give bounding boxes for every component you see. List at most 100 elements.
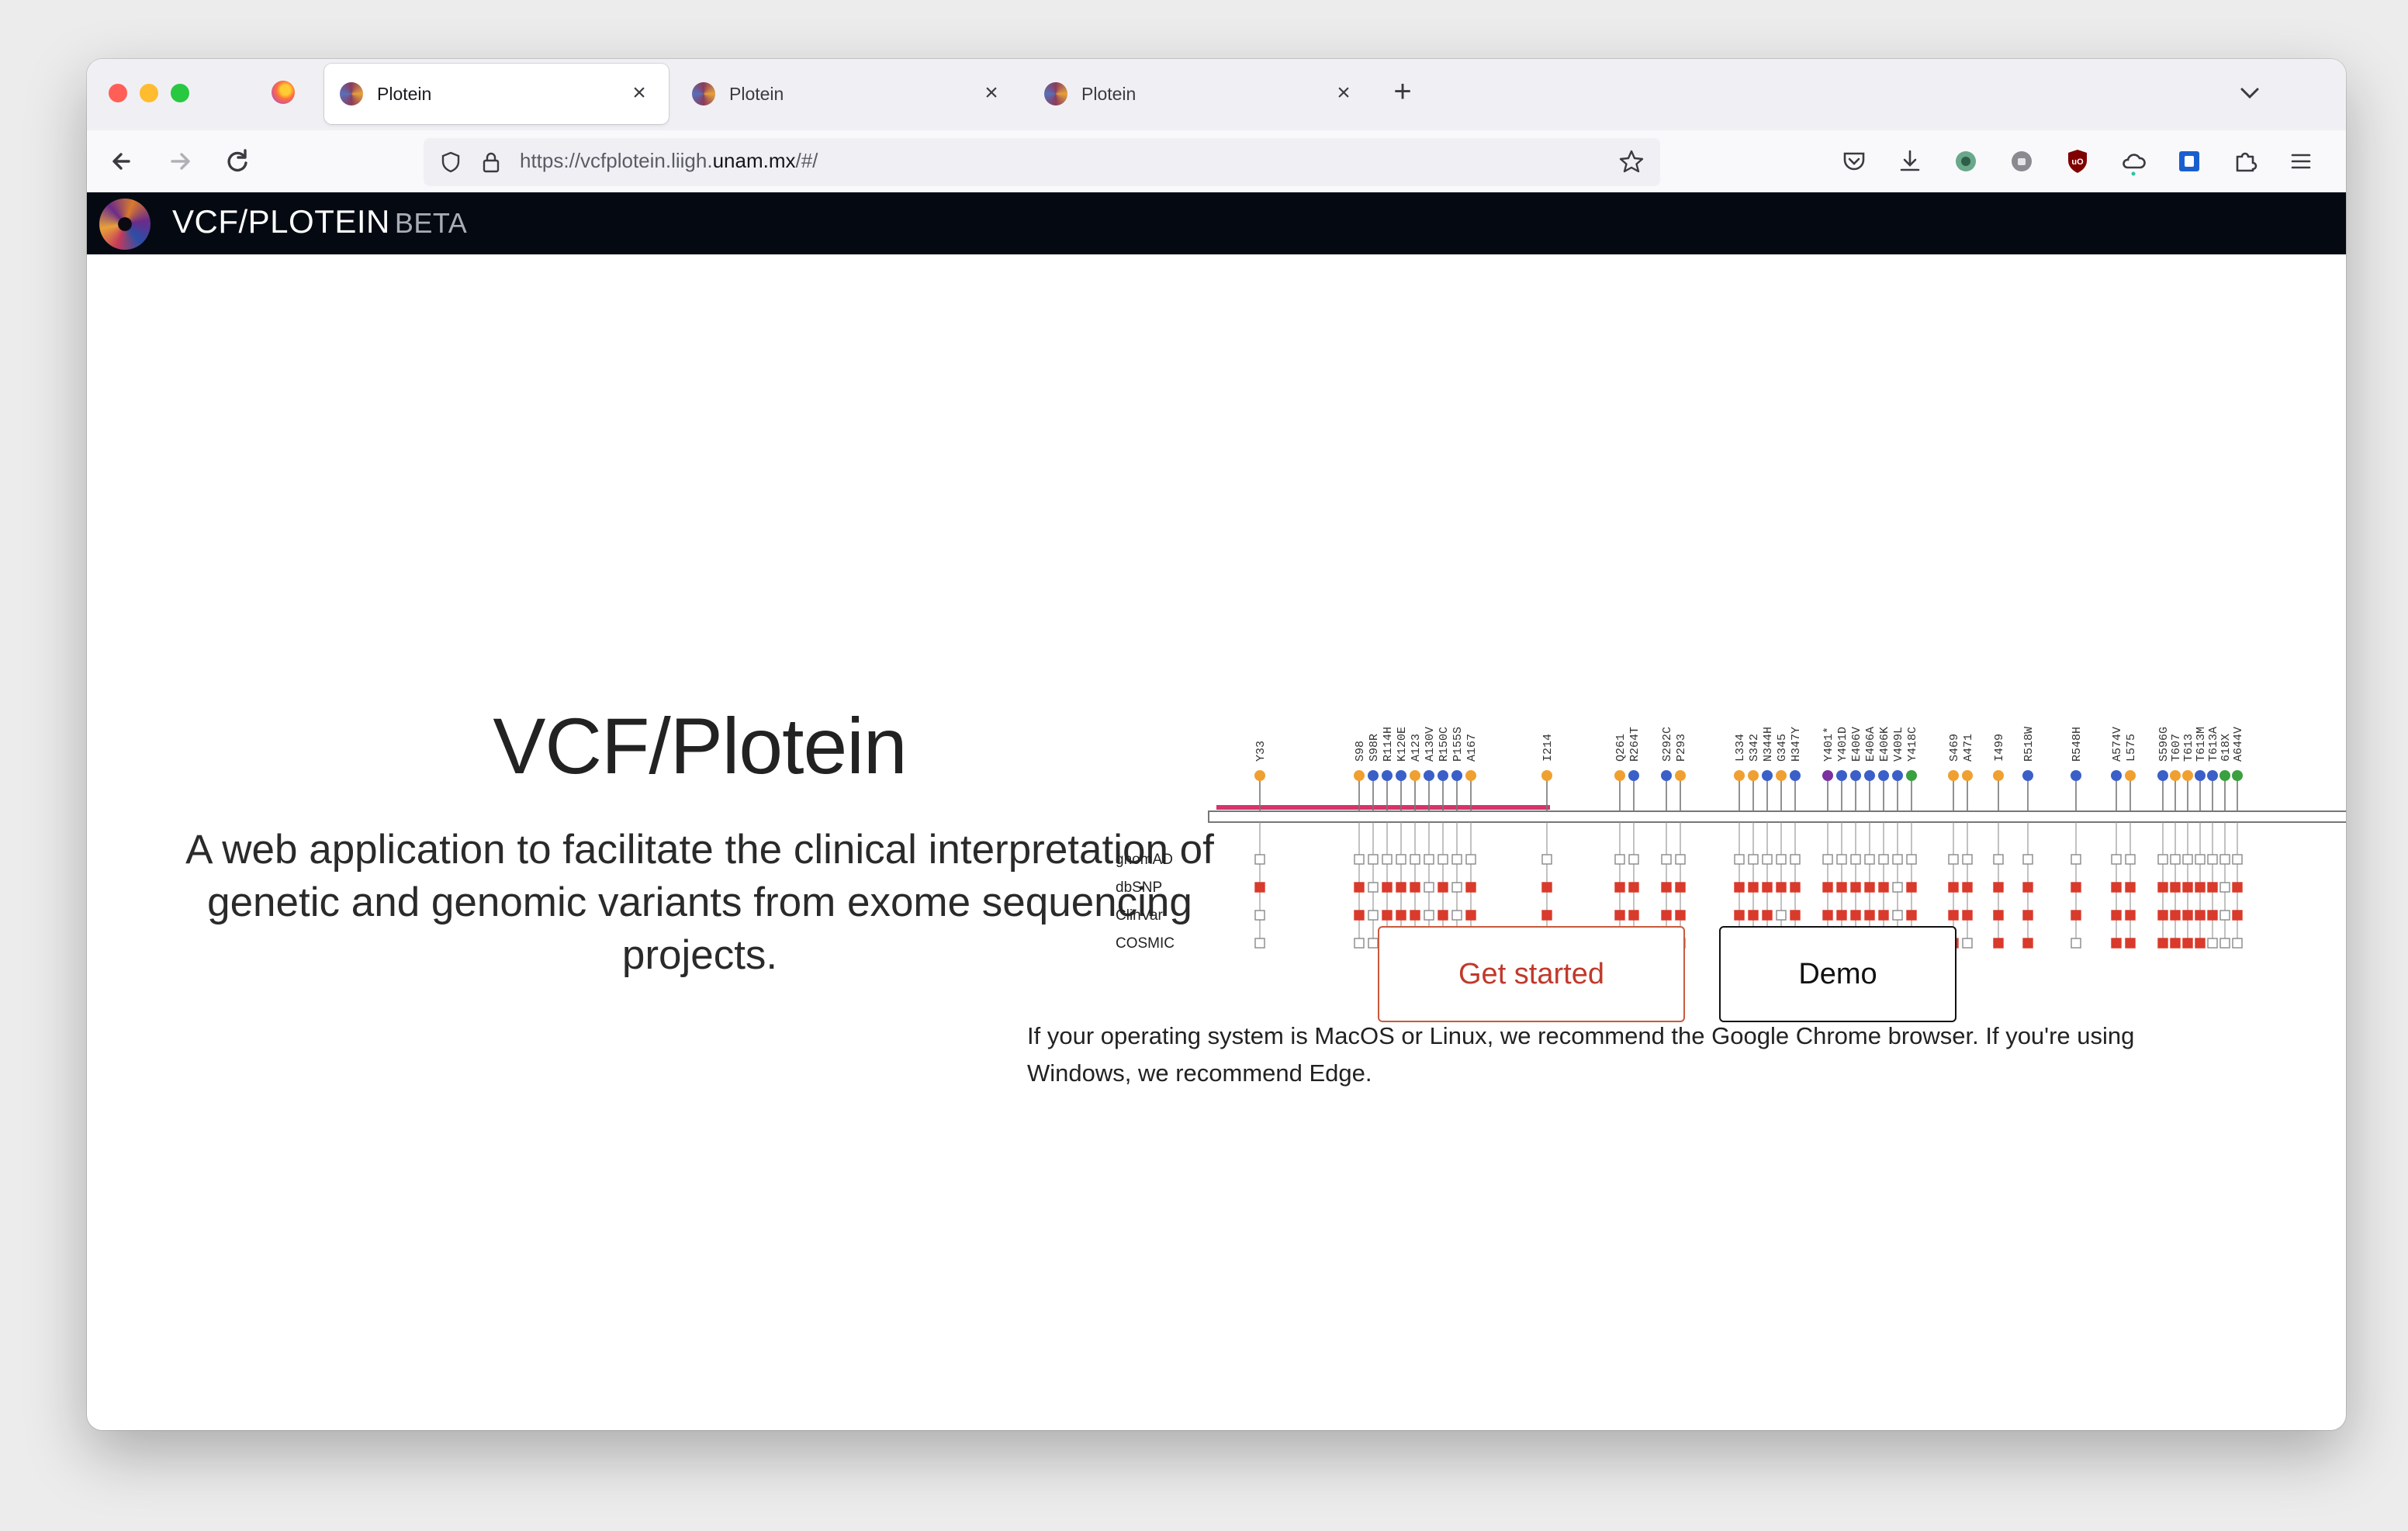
variant-track-marker [1948,882,1959,893]
vcf-plotein-logo-icon[interactable] [99,199,150,250]
variant-label: L575 [2125,734,2138,762]
maximize-window-button[interactable] [171,84,189,102]
firefox-icon[interactable] [272,81,295,104]
variant-track-marker [2232,938,2243,949]
variant-track-marker [2219,882,2230,893]
variant-label: S596G [2157,727,2171,762]
forward-arrow-icon[interactable] [163,144,197,178]
variant-track-marker [2170,854,2181,865]
close-window-button[interactable] [109,84,127,102]
track-label: gnomAD [1116,852,1173,868]
menu-icon[interactable] [2285,146,2316,177]
protein-variant-lollipop-plot: gnomAD dbSNP ClinVar COSMIC Y33 S98 S98R R114H K… [1116,727,2346,952]
variant-track-marker [1541,882,1552,893]
tab-label: Plotein [1081,83,1137,104]
tracking-protection-shield-icon[interactable] [439,150,462,174]
variant-track-marker [2125,854,2136,865]
variant-track-marker [1962,910,1973,921]
bookmark-star-icon[interactable] [1617,147,1646,177]
track-label: ClinVar [1116,907,1164,924]
get-started-button[interactable]: Get started [1378,926,1685,1022]
extension-icon[interactable] [2006,146,2037,177]
url-bar[interactable]: https://vcfplotein.liigh.unam.mx/#/ [424,138,1660,186]
tab-label: Plotein [729,83,784,104]
extensions-icon[interactable] [2230,146,2261,177]
variant-label: R518W [2022,727,2036,762]
variant-label: 618X [2219,734,2233,762]
variant-track-marker [1465,910,1476,921]
navigation-bar: https://vcfplotein.liigh.unam.mx/#/ uO [87,130,2346,192]
ublock-icon[interactable]: uO [2062,146,2093,177]
download-icon[interactable] [1894,146,1925,177]
variant-track-marker [1254,938,1265,949]
app-title[interactable]: VCF/PLOTEIN BETA [172,203,467,240]
tab-close-icon[interactable]: × [1331,81,1356,105]
variant-dot [1864,770,1875,781]
variant-dot [1962,770,1973,781]
variant-track-marker [1451,854,1462,865]
variant-track-marker [2157,854,2168,865]
variant-track-marker [1822,882,1833,893]
lock-icon[interactable] [479,150,503,174]
variant-track-marker [1628,854,1639,865]
variant-track-marker [1762,854,1773,865]
minimize-window-button[interactable] [140,84,158,102]
variant-track-marker [2071,854,2081,865]
tab-plotein-2[interactable]: Plotein × [676,64,1021,124]
variant-track-marker [2182,938,2193,949]
variant-track-marker [1396,854,1406,865]
variant-track-marker [1368,854,1379,865]
variant-track-marker [1541,854,1552,865]
variant-track-marker [1790,882,1801,893]
variant-track-marker [1850,854,1861,865]
variant-track-marker [2207,854,2218,865]
variant-track-marker [1734,854,1745,865]
variant-label: K120E [1396,727,1409,762]
variant-track-marker [1892,882,1903,893]
tab-close-icon[interactable]: × [979,81,1004,105]
variant-track-marker [1396,882,1406,893]
back-arrow-icon[interactable] [106,144,140,178]
tab-plotein-1[interactable]: Plotein × [324,64,669,124]
variant-label: P155S [1451,727,1465,762]
variant-track-marker [2170,938,2181,949]
variant-track-marker [1628,882,1639,893]
variant-track-marker [1836,910,1847,921]
demo-button[interactable]: Demo [1719,926,1956,1022]
variant-track-marker [1614,910,1625,921]
variant-label: A123 [1410,734,1423,762]
url-text[interactable]: https://vcfplotein.liigh.unam.mx/#/ [520,149,818,173]
pocket-icon[interactable] [1839,146,1870,177]
variant-dot [1734,770,1745,781]
extension-icon[interactable] [2174,146,2205,177]
variant-label: A130V [1424,727,1437,762]
variant-track-marker [1254,882,1265,893]
variant-track-marker [1906,910,1917,921]
plotein-favicon-icon [340,82,363,105]
variant-track-marker [2219,854,2230,865]
protein-backbone-bar [1208,810,2346,823]
sync-icon[interactable] [2118,146,2149,177]
variant-track-marker [1962,854,1973,865]
variant-dot [2195,770,2206,781]
variant-track-marker [1748,882,1759,893]
variant-track-marker [2111,938,2122,949]
variant-track-marker [2207,910,2218,921]
variant-track-marker [1254,854,1265,865]
variant-track-marker [2182,882,2193,893]
svg-text:uO: uO [2071,157,2084,167]
variant-track-marker [1822,854,1833,865]
variant-track-marker [1864,854,1875,865]
new-tab-plus-icon[interactable]: + [1387,76,1418,107]
variant-track-marker [2022,938,2033,949]
reload-icon[interactable] [220,144,254,178]
variant-track-marker [2219,910,2230,921]
variant-track-marker [2219,938,2230,949]
tab-label: Plotein [377,83,432,104]
variant-track-marker [1424,854,1434,865]
variant-label: Y418C [1906,727,1919,762]
tab-list-chevron-down-icon[interactable] [2234,78,2265,109]
extension-icon[interactable] [1950,146,1981,177]
tab-plotein-3[interactable]: Plotein × [1029,64,1373,124]
tab-close-icon[interactable]: × [627,81,652,105]
